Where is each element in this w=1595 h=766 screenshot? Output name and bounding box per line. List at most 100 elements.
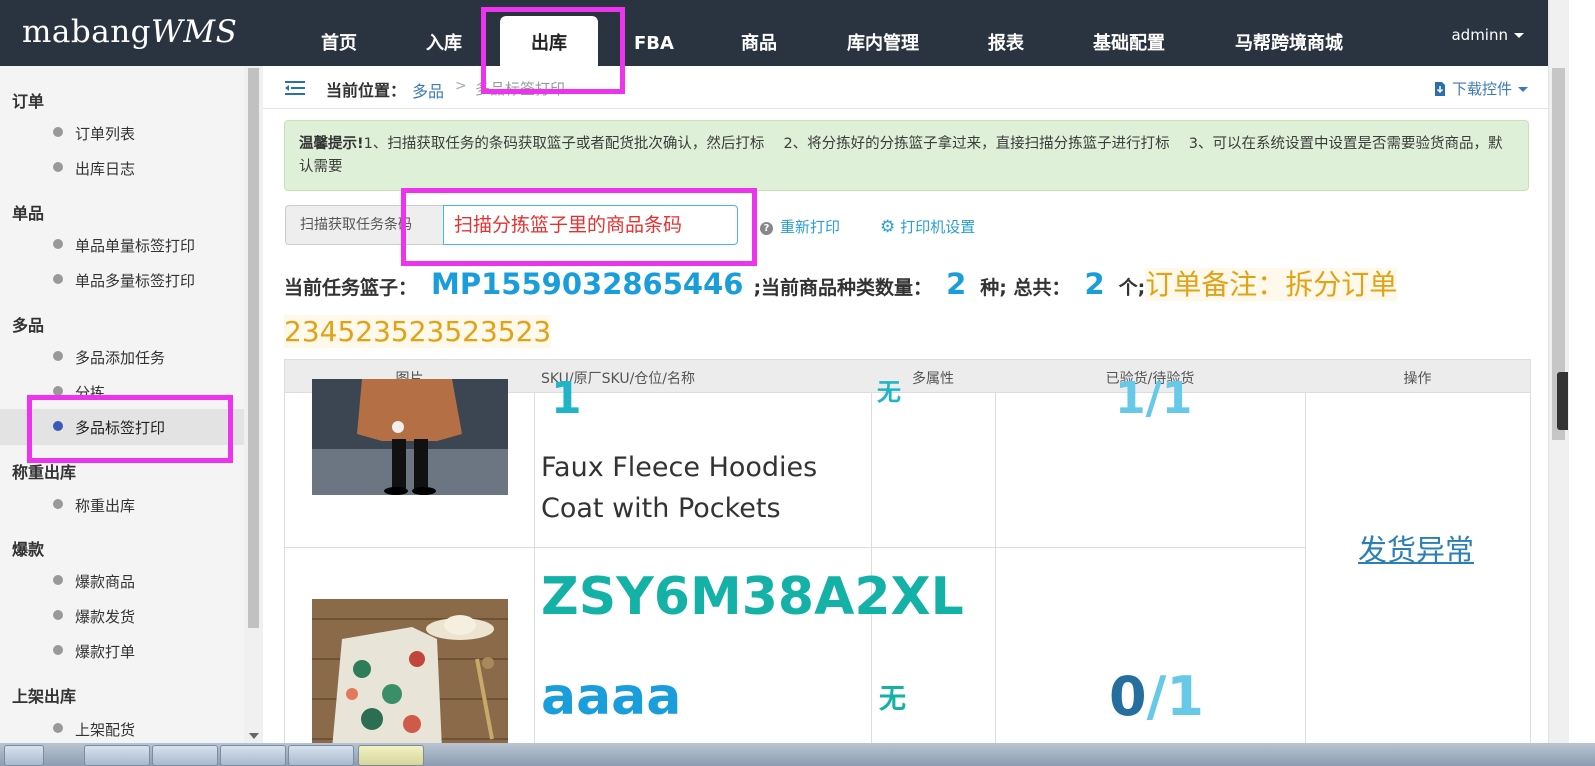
sidebar-group-orders: 订单: [12, 92, 45, 111]
bullet-icon: [53, 239, 63, 249]
tip-text: 1、扫描获取任务的条码获取篮子或者配货批次确认，然后打标 2、将分拣好的分拣篮子…: [299, 136, 1503, 175]
bullet-icon: [53, 386, 63, 396]
row1-check-ratio: 1/1: [1115, 373, 1193, 424]
breadcrumb-level2: 多品标签打印: [475, 80, 566, 98]
nav-mabang-mall[interactable]: 马帮跨境商城: [1204, 0, 1374, 66]
side-widget-handle[interactable]: [1557, 372, 1568, 430]
sidebar-item-single-single-label[interactable]: 单品单量标签打印: [75, 235, 195, 256]
nav-home[interactable]: 首页: [290, 0, 388, 66]
gear-icon: ⚙: [880, 217, 896, 237]
row1-sku-fragment: 1: [551, 373, 582, 424]
question-circle-icon: ?: [760, 222, 773, 235]
sidebar-item-hot-products[interactable]: 爆款商品: [75, 571, 135, 592]
nav-outbound[interactable]: 出库: [500, 16, 598, 66]
nav-inbound[interactable]: 入库: [388, 0, 500, 66]
product-image-hoodie: [312, 379, 508, 495]
main-nav: 首页 入库 出库 FBA 商品 库内管理 报表 基础配置 马帮跨境商城: [290, 0, 1374, 66]
sidebar-item-outbound-log[interactable]: 出库日志: [75, 158, 135, 179]
product-table: 图片 SKU/原厂SKU/仓位/名称 多属性 已验货/待验货 操作 1 Faux…: [284, 359, 1531, 743]
taskbar-app-button[interactable]: [358, 745, 424, 766]
row1-attr: 无: [877, 378, 901, 406]
kinds-label: ;当前商品种类数量：: [753, 277, 933, 299]
bullet-icon: [53, 610, 63, 620]
user-name: adminn: [1451, 26, 1508, 44]
logo-suffix: WMS: [151, 14, 238, 50]
chevron-down-icon: [1518, 87, 1529, 92]
hoodie-photo: [312, 379, 508, 495]
bullet-icon: [53, 127, 63, 137]
nav-products[interactable]: 商品: [710, 0, 808, 66]
taskbar-app-button[interactable]: [84, 745, 150, 766]
reprint-button[interactable]: ? 重新打印: [760, 216, 840, 237]
sidebar-item-hot-shipping[interactable]: 爆款发货: [75, 606, 135, 627]
sidebar-group-multi: 多品: [12, 316, 45, 335]
download-control-button[interactable]: 下载控件: [1434, 78, 1529, 99]
sidebar-item-order-list[interactable]: 订单列表: [75, 123, 135, 144]
bullet-icon: [53, 575, 63, 585]
bullet-icon: [53, 723, 63, 733]
sidebar-item-sorting[interactable]: 分拣: [75, 382, 105, 403]
kinds-count: 2: [946, 267, 967, 301]
nav-fba[interactable]: FBA: [598, 0, 710, 66]
logo-main: mabang: [22, 14, 152, 50]
sidebar-group-shelf: 上架出库: [12, 687, 77, 706]
breadcrumb-level1[interactable]: 多品: [412, 78, 444, 102]
scan-product-barcode-input[interactable]: [443, 205, 738, 245]
sidebar-item-multi-add-task[interactable]: 多品添加任务: [75, 347, 165, 368]
col-header-action: 操作: [1403, 371, 1432, 387]
shipping-exception-link[interactable]: 发货异常: [1358, 527, 1474, 569]
sidebar-item-weigh-outbound[interactable]: 称重出库: [75, 495, 135, 516]
taskbar-app-button[interactable]: [152, 745, 218, 766]
sidebar-group-single: 单品: [12, 204, 45, 223]
column-divider: [1305, 393, 1306, 743]
sidebar-item-multi-label-print[interactable]: 多品标签打印: [75, 417, 165, 438]
download-file-icon: [1435, 82, 1445, 96]
nav-warehouse-management[interactable]: 库内管理: [808, 0, 958, 66]
row2-pending: 1: [1166, 665, 1204, 728]
product-image-dress: [312, 599, 508, 743]
kinds-unit: 种; 总共：: [980, 277, 1071, 299]
printer-settings-button[interactable]: ⚙ 打印机设置: [880, 216, 975, 237]
row2-check-ratio: 0/1: [1109, 665, 1204, 728]
top-navbar: mabangWMS 首页 入库 出库 FBA 商品 库内管理 报表 基础配置 马…: [0, 0, 1568, 66]
row2-product-name: aaaa: [541, 667, 682, 727]
user-menu[interactable]: adminn: [1451, 26, 1524, 44]
row2-sku: ZSY6M38A2XL: [541, 567, 964, 627]
bullet-active-icon: [53, 421, 63, 431]
sidebar-item-hot-print[interactable]: 爆款打单: [75, 641, 135, 662]
column-divider: [995, 393, 996, 743]
row2-attr: 无: [879, 684, 906, 715]
os-taskbar: [0, 743, 1595, 766]
chevron-down-icon: [1514, 33, 1524, 38]
bullet-icon: [53, 351, 63, 361]
reprint-label: 重新打印: [780, 218, 841, 236]
breadcrumb-separator: >: [455, 78, 467, 94]
nav-reports[interactable]: 报表: [958, 0, 1054, 66]
sidebar-group-weigh: 称重出库: [12, 463, 77, 482]
sidebar-scrollbar[interactable]: [244, 66, 263, 743]
sidebar-scroll-thumb[interactable]: [248, 68, 259, 628]
row1-pending: 1: [1161, 373, 1193, 424]
tip-title: 温馨提示!: [299, 136, 364, 152]
tip-alert: 温馨提示!1、扫描获取任务的条码获取篮子或者配货批次确认，然后打标 2、将分拣好…: [284, 120, 1529, 191]
dress-photo: [312, 599, 508, 743]
sidebar-item-single-multi-label[interactable]: 单品多量标签打印: [75, 270, 195, 291]
scan-task-barcode-label: 扫描获取任务条码: [285, 205, 443, 245]
column-divider: [534, 393, 535, 743]
breadcrumb-label: 当前位置：: [326, 81, 407, 100]
nav-basic-config[interactable]: 基础配置: [1054, 0, 1204, 66]
basket-label: 当前任务篮子：: [284, 277, 418, 299]
row1-product-name: Faux Fleece Hoodies Coat with Pockets: [541, 452, 818, 524]
taskbar-app-button[interactable]: [220, 745, 286, 766]
sidebar: 订单 订单列表 出库日志 单品 单品单量标签打印 单品多量标签打印 多品 多品添…: [0, 66, 244, 743]
scroll-down-arrow-icon[interactable]: [249, 733, 259, 739]
taskbar-app-button[interactable]: [288, 745, 354, 766]
total-count: 2: [1084, 267, 1105, 301]
download-label: 下载控件: [1452, 80, 1513, 98]
start-button[interactable]: [4, 745, 44, 766]
app-logo[interactable]: mabangWMS: [22, 14, 237, 50]
sidebar-item-shelf-allocation[interactable]: 上架配货: [75, 719, 135, 740]
menu-toggle-icon[interactable]: [285, 80, 305, 96]
total-unit: 个;: [1118, 277, 1146, 299]
row1-checked: 1: [1115, 373, 1146, 424]
